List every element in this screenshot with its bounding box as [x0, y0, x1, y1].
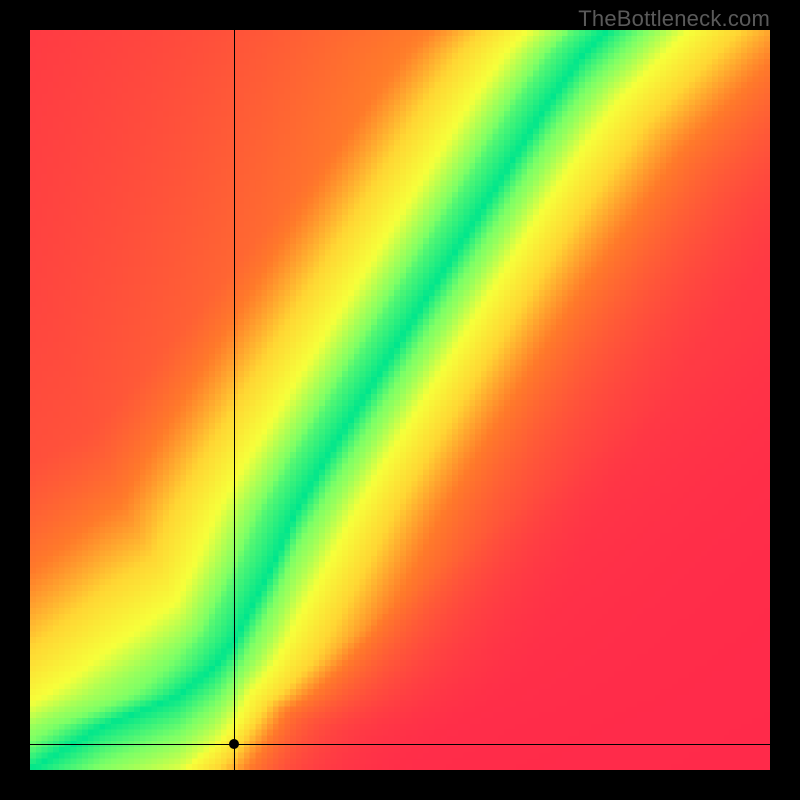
bottleneck-heatmap: [30, 30, 770, 770]
crosshair-horizontal: [30, 744, 770, 745]
chart-frame: TheBottleneck.com: [0, 0, 800, 800]
crosshair-point: [229, 739, 239, 749]
watermark-text: TheBottleneck.com: [578, 6, 770, 32]
crosshair-vertical: [234, 30, 235, 770]
plot-area: [30, 30, 770, 770]
